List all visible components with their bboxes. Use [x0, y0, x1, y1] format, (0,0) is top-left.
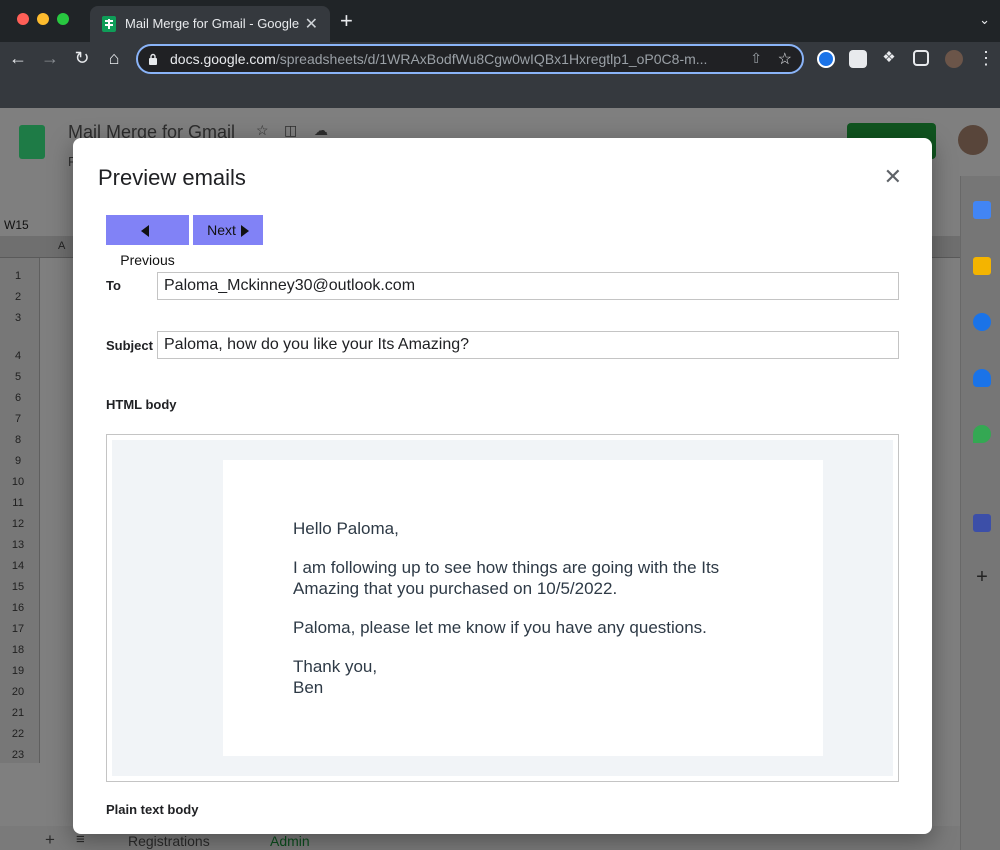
keep-icon[interactable]: [973, 257, 991, 275]
email-card: Hello Paloma, I am following up to see h…: [223, 460, 823, 756]
profile-avatar[interactable]: [945, 50, 963, 68]
calendar-icon[interactable]: [973, 201, 991, 219]
triangle-right-icon: [240, 225, 249, 238]
side-panel-icon[interactable]: [913, 50, 929, 66]
tasks-icon[interactable]: [973, 313, 991, 331]
row-header[interactable]: 19: [0, 665, 36, 677]
close-window-icon[interactable]: [17, 13, 29, 25]
move-folder-icon[interactable]: ◫: [284, 122, 297, 139]
html-body-label: HTML body: [106, 397, 177, 412]
bookmark-star-icon[interactable]: ☆: [778, 49, 792, 69]
row-header[interactable]: 14: [0, 560, 36, 572]
row-header[interactable]: 3: [0, 312, 36, 324]
browser-tab[interactable]: Mail Merge for Gmail - Google Sheets ✕: [90, 6, 330, 42]
previous-button[interactable]: Previous: [106, 215, 189, 268]
to-label: To: [106, 278, 121, 293]
contacts-icon[interactable]: [973, 369, 991, 387]
row-header[interactable]: 22: [0, 728, 36, 740]
sheets-favicon-icon: [102, 16, 116, 32]
email-signature: Ben: [293, 678, 324, 697]
row-header[interactable]: 21: [0, 707, 36, 719]
row-header[interactable]: 4: [0, 350, 36, 362]
extensions-puzzle-icon[interactable]: ❖: [878, 48, 900, 66]
maps-icon[interactable]: [973, 425, 991, 443]
plain-text-body-label: Plain text body: [106, 802, 199, 817]
tab-close-icon[interactable]: ✕: [305, 14, 318, 34]
tab-title: Mail Merge for Gmail - Google Sheets: [125, 16, 300, 31]
reload-icon[interactable]: ↻: [71, 48, 93, 69]
row-header[interactable]: 16: [0, 602, 36, 614]
row-header[interactable]: 8: [0, 434, 36, 446]
sheet-tab-registrations[interactable]: Registrations: [128, 833, 210, 849]
password-manager-extension-icon[interactable]: [817, 50, 835, 68]
preview-emails-dialog: Preview emails ✕ Previous Next To Subjec…: [73, 138, 932, 834]
get-addons-plus-icon[interactable]: +: [973, 567, 991, 587]
row-header[interactable]: 20: [0, 686, 36, 698]
row-header[interactable]: 23: [0, 749, 36, 761]
home-icon[interactable]: ⌂: [103, 48, 125, 69]
browser-toolbar: ← → ↻ ⌂ docs.google.com/spreadsheets/d/1…: [0, 42, 1000, 108]
name-box[interactable]: W15: [4, 218, 29, 232]
address-bar[interactable]: docs.google.com/spreadsheets/d/1WRAxBodf…: [136, 44, 804, 74]
star-icon[interactable]: ☆: [256, 122, 269, 139]
to-field[interactable]: [157, 272, 899, 300]
previous-label: Previous: [120, 252, 175, 268]
row-header[interactable]: 9: [0, 455, 36, 467]
add-sheet-button[interactable]: +: [45, 830, 55, 850]
side-apps-panel: +: [960, 176, 1000, 850]
row-header[interactable]: 18: [0, 644, 36, 656]
browser-menu-icon[interactable]: ⋮: [975, 48, 997, 69]
email-content: Hello Paloma, I am following up to see h…: [293, 518, 763, 716]
url-text[interactable]: docs.google.com/spreadsheets/d/1WRAxBodf…: [170, 51, 740, 67]
addon-icon[interactable]: [973, 514, 991, 532]
row-header[interactable]: 2: [0, 291, 36, 303]
email-background: Hello Paloma, I am following up to see h…: [112, 440, 893, 776]
clipboard-extension-icon[interactable]: [849, 50, 867, 68]
row-header[interactable]: 1: [0, 270, 36, 282]
account-avatar[interactable]: [958, 125, 988, 155]
minimize-window-icon[interactable]: [37, 13, 49, 25]
next-button[interactable]: Next: [193, 215, 263, 245]
email-greeting: Hello Paloma,: [293, 519, 399, 538]
maximize-window-icon[interactable]: [57, 13, 69, 25]
row-header[interactable]: 5: [0, 371, 36, 383]
email-paragraph-1: I am following up to see how things are …: [293, 558, 720, 598]
subject-field[interactable]: [157, 331, 899, 359]
row-headers: 1 2 3 4 5 6 7 8 9 10 11 12 13 14 15 16 17 18 19 20 21 22 23: [0, 258, 40, 763]
email-paragraph-2: Paloma, please let me know if you have a…: [293, 618, 707, 637]
cloud-status-icon: ☁: [314, 122, 328, 138]
next-label: Next: [207, 222, 236, 238]
sheet-tab-admin[interactable]: Admin: [270, 833, 310, 849]
column-header-a[interactable]: A: [58, 240, 65, 252]
email-signoff: Thank you, Ben: [293, 656, 763, 698]
row-header[interactable]: 12: [0, 518, 36, 530]
row-header[interactable]: 10: [0, 476, 36, 488]
row-header[interactable]: 11: [0, 497, 36, 509]
row-header[interactable]: 7: [0, 413, 36, 425]
row-header[interactable]: 6: [0, 392, 36, 404]
back-arrow-icon[interactable]: ←: [7, 48, 29, 69]
close-icon[interactable]: ✕: [884, 164, 902, 190]
share-page-icon[interactable]: ⇧: [750, 50, 762, 67]
email-closing: Thank you,: [293, 657, 378, 676]
dialog-title: Preview emails: [98, 165, 246, 190]
sheets-logo-icon[interactable]: [19, 125, 45, 159]
new-tab-button[interactable]: +: [340, 8, 353, 34]
tab-search-icon[interactable]: ⌄: [979, 12, 990, 28]
row-header[interactable]: 15: [0, 581, 36, 593]
forward-arrow-icon[interactable]: →: [39, 48, 61, 69]
subject-label: Subject: [106, 338, 153, 353]
triangle-left-icon: [141, 225, 149, 238]
row-header[interactable]: 13: [0, 539, 36, 551]
row-header[interactable]: 17: [0, 623, 36, 635]
browser-tab-bar: Mail Merge for Gmail - Google Sheets ✕ +…: [0, 0, 1000, 42]
html-body-preview[interactable]: Hello Paloma, I am following up to see h…: [106, 434, 899, 782]
lock-icon: [149, 53, 157, 65]
